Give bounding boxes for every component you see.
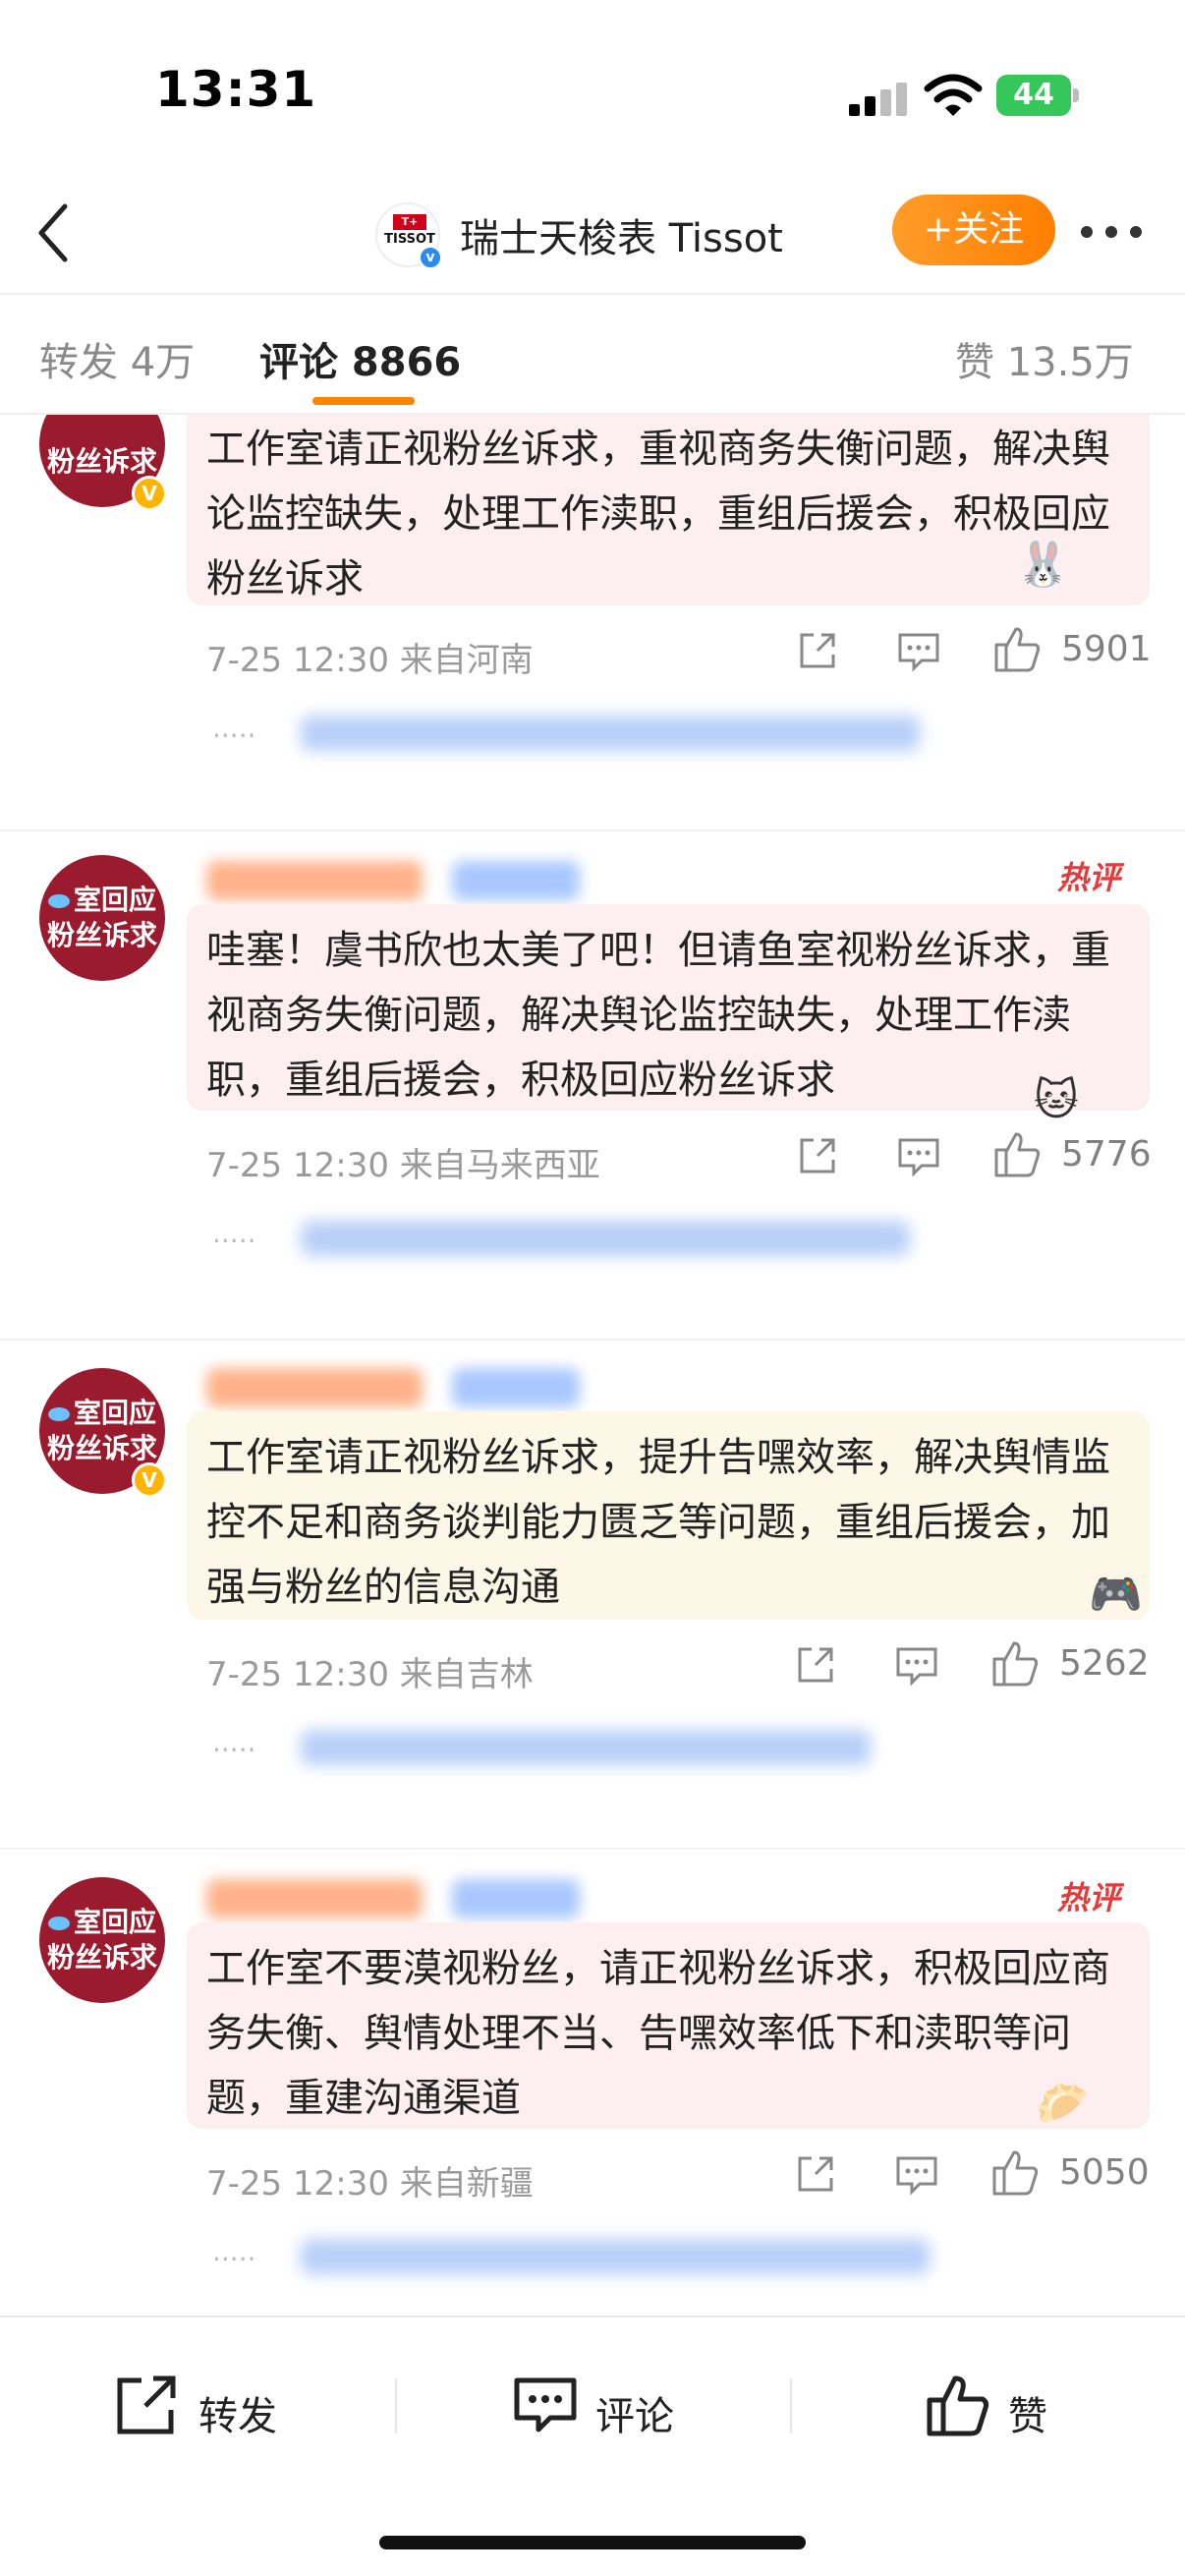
comment-button[interactable]: 评论 bbox=[511, 2373, 707, 2447]
reply-icon[interactable] bbox=[894, 1643, 943, 1692]
comment-icon bbox=[514, 2377, 577, 2433]
comment-text: 工作室不要漠视粉丝，请正视粉丝诉求，积极回应商务失衡、舆情处理不当、告嘿效率低下… bbox=[187, 1922, 1150, 2129]
commenter-name[interactable] bbox=[206, 1368, 599, 1407]
comment-location: 来自河南 bbox=[399, 641, 534, 680]
bunny-sticker-icon: 🐰 bbox=[1016, 540, 1070, 590]
dumpling-sticker-icon: 🥟 bbox=[1036, 2079, 1090, 2129]
reply-dots-icon: ····· bbox=[212, 1734, 256, 1766]
reply-preview[interactable]: ····· bbox=[206, 716, 933, 752]
wifi-icon bbox=[924, 74, 983, 116]
repost-button[interactable]: 转发 bbox=[114, 2373, 310, 2447]
account-avatar[interactable]: T+ TISSOT v bbox=[375, 202, 442, 269]
reply-dots-icon: ····· bbox=[212, 719, 256, 752]
comment-location: 来自新疆 bbox=[399, 2164, 534, 2204]
reply-preview[interactable]: ····· bbox=[206, 1730, 933, 1766]
comment-time: 7-25 12:30 bbox=[206, 1146, 389, 1185]
comment-location: 来自吉林 bbox=[399, 1655, 534, 1694]
reply-preview[interactable]: ····· bbox=[206, 1221, 933, 1257]
comment-list[interactable]: 粉丝诉求 V 工作室请正视粉丝诉求，重视商务失衡问题，解决舆论监控缺失，处理工作… bbox=[0, 415, 1185, 2316]
account-name[interactable]: 瑞士天梭表 Tissot bbox=[460, 206, 783, 263]
home-indicator[interactable] bbox=[379, 2536, 806, 2549]
share-icon bbox=[117, 2376, 176, 2434]
thumbs-up-icon bbox=[992, 1641, 1039, 1687]
hot-comment-badge: 热评 bbox=[1057, 859, 1121, 896]
comment-item: 室回应 粉丝诉求 V 工作室请正视粉丝诉求，提升告嘿效率，解决舆情监控不足和商务… bbox=[0, 1341, 1185, 1850]
tab-reposts[interactable]: 转发 4万 bbox=[39, 330, 195, 387]
thumbs-up-icon bbox=[927, 2376, 989, 2436]
divider bbox=[395, 2378, 397, 2433]
comment-meta: 7-25 12:30 来自吉林 bbox=[206, 1647, 534, 1695]
comment-text: 工作室请正视粉丝诉求，提升告嘿效率，解决舆情监控不足和商务谈判能力匮乏等问题，重… bbox=[187, 1411, 1150, 1620]
bottom-action-bar: 转发 评论 赞 bbox=[0, 2316, 1185, 2576]
comment-text: 哇塞！虞书欣也太美了吧！但请鱼室视粉丝诉求，重视商务失衡问题，解决舆论监控缺失，… bbox=[187, 904, 1150, 1111]
commenter-avatar[interactable]: 粉丝诉求 V bbox=[39, 415, 167, 511]
commenter-avatar[interactable]: 室回应 粉丝诉求 bbox=[39, 855, 165, 981]
comment-meta: 7-25 12:30 来自新疆 bbox=[206, 2156, 534, 2204]
commenter-avatar[interactable]: 室回应 粉丝诉求 bbox=[39, 1877, 165, 2003]
comment-time: 7-25 12:30 bbox=[206, 641, 389, 680]
reply-dots-icon: ····· bbox=[212, 1225, 256, 1257]
more-options-icon[interactable] bbox=[1077, 220, 1146, 244]
comment-time: 7-25 12:30 bbox=[206, 1655, 389, 1694]
like-count: 5901 bbox=[1061, 629, 1152, 669]
share-icon[interactable] bbox=[796, 629, 845, 678]
share-icon[interactable] bbox=[796, 1134, 845, 1183]
like-count: 5050 bbox=[1059, 2152, 1150, 2193]
reply-dots-icon: ····· bbox=[212, 2243, 256, 2275]
tissot-logo-icon: T+ bbox=[393, 214, 426, 230]
reply-icon[interactable] bbox=[894, 2152, 943, 2202]
reply-preview[interactable]: ····· bbox=[206, 2239, 933, 2275]
comment-text: 工作室请正视粉丝诉求，重视商务失衡问题，解决舆论监控缺失，处理工作渎职，重组后援… bbox=[187, 415, 1150, 605]
like-count: 5776 bbox=[1061, 1134, 1152, 1174]
thumbs-up-icon bbox=[992, 2150, 1039, 2196]
comment-item: 室回应 粉丝诉求 热评 工作室不要漠视粉丝，请正视粉丝诉求，积极回应商务失衡、舆… bbox=[0, 1850, 1185, 2316]
tab-comments[interactable]: 评论 8866 bbox=[259, 330, 461, 387]
repost-label: 转发 bbox=[198, 2394, 277, 2439]
comment-meta: 7-25 12:30 来自马来西亚 bbox=[206, 1138, 600, 1186]
avatar-logo-text: TISSOT bbox=[384, 232, 435, 247]
thumbs-up-icon bbox=[994, 1132, 1041, 1177]
hot-comment-badge: 热评 bbox=[1057, 1879, 1121, 1917]
verified-badge-icon: v bbox=[419, 246, 442, 269]
like-post-button[interactable]: 赞 bbox=[924, 2373, 1120, 2447]
verified-badge-icon: V bbox=[132, 476, 167, 511]
reply-icon[interactable] bbox=[896, 1134, 945, 1183]
follow-button[interactable]: +关注 bbox=[892, 195, 1055, 265]
verified-badge-icon: V bbox=[132, 1462, 167, 1498]
battery-icon: 44 bbox=[996, 75, 1079, 116]
battery-level: 44 bbox=[996, 75, 1071, 116]
share-icon[interactable] bbox=[794, 1643, 843, 1692]
comment-item: 室回应 粉丝诉求 热评 哇塞！虞书欣也太美了吧！但请鱼室视粉丝诉求，重视商务失衡… bbox=[0, 831, 1185, 1341]
pixel-sticker-icon: 🎮 bbox=[1089, 1570, 1143, 1620]
share-icon[interactable] bbox=[794, 2152, 843, 2202]
commenter-name[interactable] bbox=[206, 1879, 599, 1918]
like-button[interactable]: 5050 bbox=[990, 2148, 1150, 2198]
like-count: 5262 bbox=[1059, 1643, 1150, 1684]
cartoon-sticker-icon: 🐱 bbox=[1034, 1075, 1079, 1125]
comment-location: 来自马来西亚 bbox=[399, 1146, 600, 1185]
like-button[interactable]: 5901 bbox=[992, 625, 1152, 674]
like-label: 赞 bbox=[1008, 2394, 1047, 2439]
like-button[interactable]: 5776 bbox=[992, 1130, 1152, 1179]
reply-icon[interactable] bbox=[896, 629, 945, 678]
comment-label: 评论 bbox=[595, 2394, 674, 2439]
commenter-avatar[interactable]: 室回应 粉丝诉求 V bbox=[39, 1368, 167, 1498]
status-time: 13:31 bbox=[155, 61, 317, 118]
comment-item: 粉丝诉求 V 工作室请正视粉丝诉求，重视商务失衡问题，解决舆论监控缺失，处理工作… bbox=[0, 415, 1185, 831]
cellular-signal-icon bbox=[849, 83, 908, 116]
comment-time: 7-25 12:30 bbox=[206, 2164, 389, 2204]
active-tab-indicator bbox=[312, 397, 415, 405]
back-arrow-icon[interactable] bbox=[29, 199, 79, 267]
header: T+ TISSOT v 瑞士天梭表 Tissot +关注 bbox=[0, 177, 1185, 295]
tab-bar: 转发 4万 评论 8866 赞 13.5万 bbox=[0, 297, 1185, 415]
status-bar: 13:31 44 bbox=[0, 0, 1185, 177]
commenter-name[interactable] bbox=[206, 861, 599, 900]
like-button[interactable]: 5262 bbox=[990, 1639, 1150, 1689]
thumbs-up-icon bbox=[994, 627, 1041, 672]
divider bbox=[790, 2378, 792, 2433]
tab-likes[interactable]: 赞 13.5万 bbox=[955, 330, 1134, 387]
comment-meta: 7-25 12:30 来自河南 bbox=[206, 633, 534, 681]
